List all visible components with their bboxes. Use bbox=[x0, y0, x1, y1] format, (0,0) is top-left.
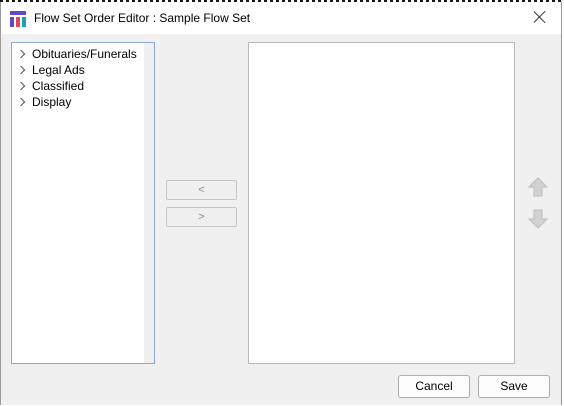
tree-item-label: Obituaries/Funerals bbox=[32, 47, 137, 61]
tree-item-label: Classified bbox=[32, 79, 85, 93]
tree-item-classified[interactable]: Classified bbox=[14, 78, 84, 94]
tree-item-legal-ads[interactable]: Legal Ads bbox=[14, 62, 85, 78]
chevron-right-icon[interactable] bbox=[14, 78, 30, 94]
flow-tree[interactable]: Obituaries/Funerals Legal Ads Classified… bbox=[11, 42, 155, 364]
title-bar: Flow Set Order Editor : Sample Flow Set bbox=[1, 2, 561, 34]
app-grid-icon bbox=[10, 11, 26, 27]
add-button[interactable]: > bbox=[166, 207, 237, 227]
order-list[interactable] bbox=[248, 42, 515, 364]
tree-item-label: Legal Ads bbox=[32, 63, 85, 77]
chevron-right-icon[interactable] bbox=[14, 46, 30, 62]
tree-item-display[interactable]: Display bbox=[14, 94, 71, 110]
dialog-window: Flow Set Order Editor : Sample Flow Set … bbox=[0, 2, 562, 405]
arrow-up-icon[interactable] bbox=[527, 176, 549, 198]
cancel-button[interactable]: Cancel bbox=[398, 375, 470, 398]
tree-item-label: Display bbox=[32, 95, 72, 109]
save-button[interactable]: Save bbox=[478, 375, 550, 398]
chevron-right-icon[interactable] bbox=[14, 62, 30, 78]
chevron-right-icon[interactable] bbox=[14, 94, 30, 110]
tree-scrollbar[interactable] bbox=[144, 43, 154, 363]
arrow-down-icon[interactable] bbox=[527, 208, 549, 230]
tree-item-obituaries[interactable]: Obituaries/Funerals bbox=[14, 46, 137, 62]
window-title: Flow Set Order Editor : Sample Flow Set bbox=[34, 11, 251, 25]
close-icon[interactable] bbox=[533, 10, 547, 24]
remove-button[interactable]: < bbox=[166, 180, 237, 200]
